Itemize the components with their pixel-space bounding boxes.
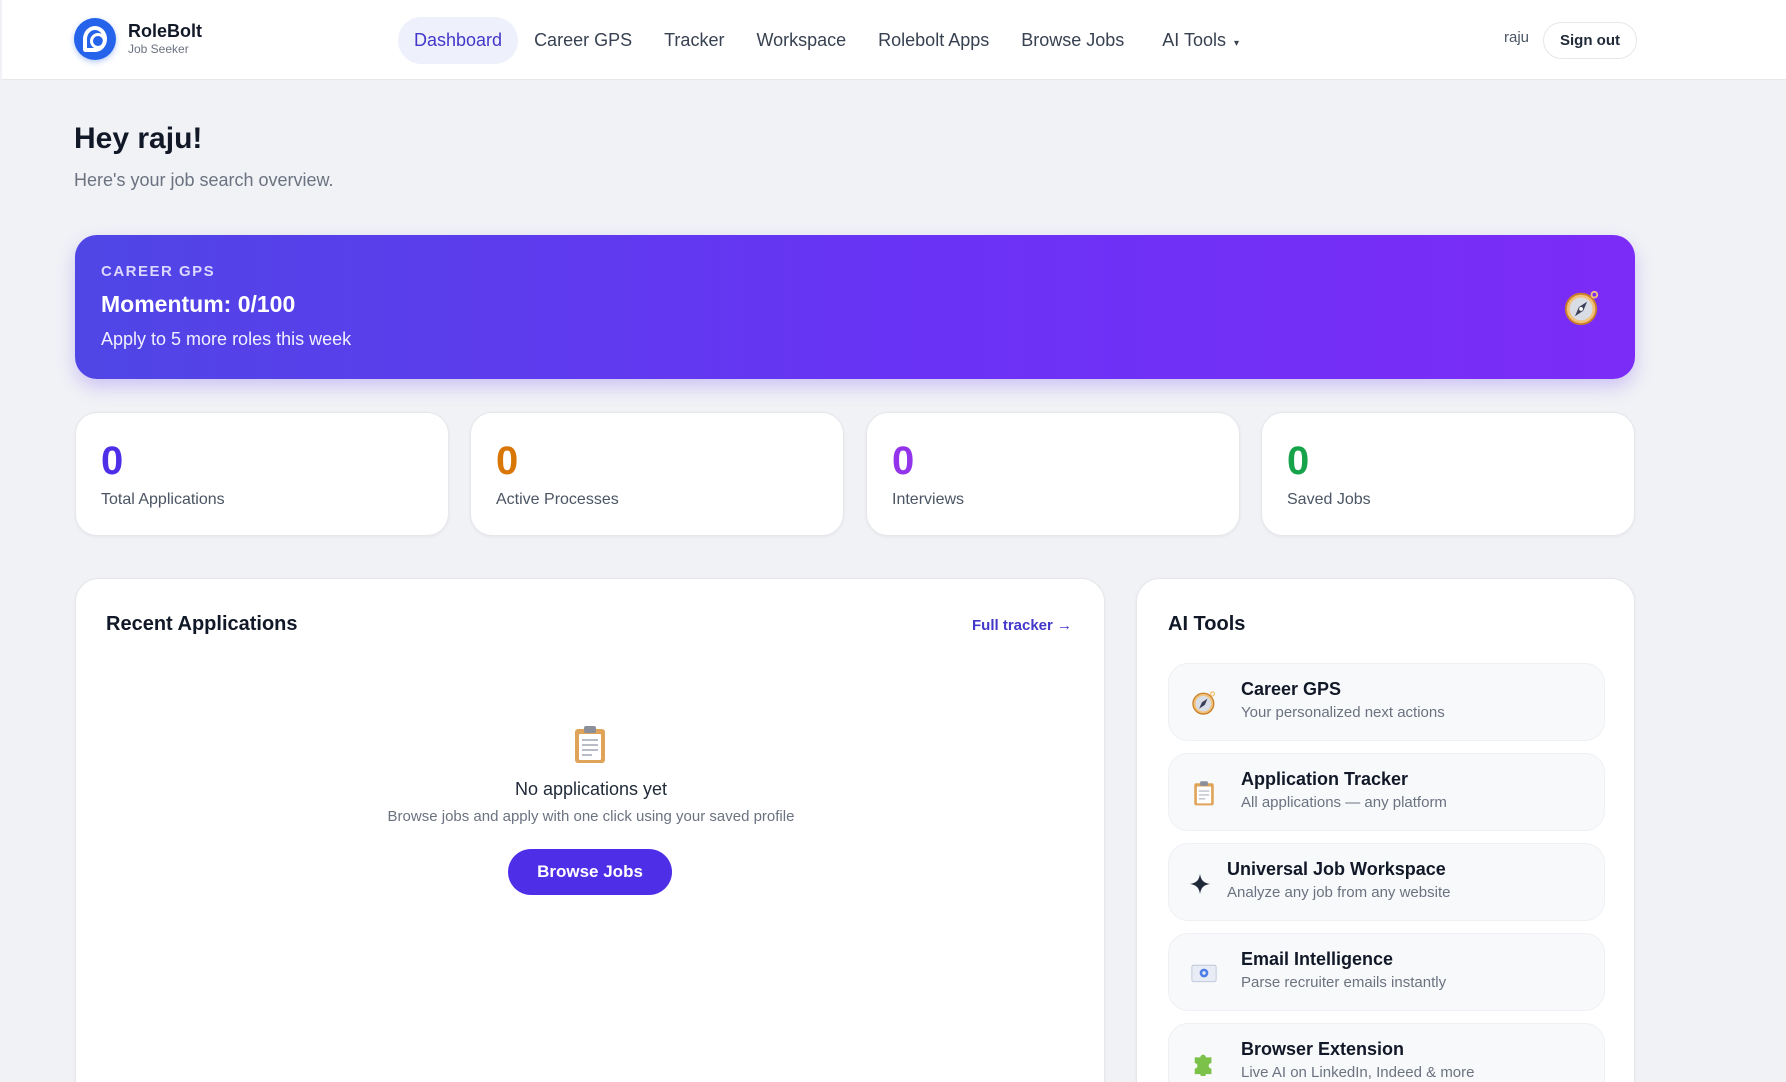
stat-card-active-processes[interactable]: 0 Active Processes [470,412,844,536]
full-tracker-link[interactable]: Full tracker → [972,617,1072,634]
stat-label: Saved Jobs [1287,491,1371,508]
email-icon [1191,964,1217,983]
recent-applications-title: Recent Applications [106,613,298,635]
ai-tools-title: AI Tools [1168,613,1246,635]
tool-title: Career GPS [1241,679,1342,699]
tool-title: Browser Extension [1241,1039,1405,1059]
user-name: raju [1504,29,1530,46]
nav-browse-jobs[interactable]: Browse Jobs [1005,17,1140,64]
stat-label: Active Processes [496,491,619,508]
clipboard-icon [1194,781,1214,806]
ai-tool-browser-extension[interactable]: Browser Extension Live AI on LinkedIn, I… [1168,1023,1605,1082]
nav-dashboard[interactable]: Dashboard [398,17,519,64]
chevron-down-icon: ▾ [1233,38,1240,49]
stat-value: 0 [892,439,915,483]
tool-subtitle: All applications — any platform [1241,794,1447,811]
ai-tool-email-intelligence[interactable]: Email Intelligence Parse recruiter email… [1168,933,1605,1011]
compass-icon [1192,691,1216,715]
tool-subtitle: Analyze any job from any website [1227,884,1451,901]
page-subtitle: Here's your job search overview. [74,170,334,190]
clipboard-icon [575,726,605,763]
tool-title: Email Intelligence [1241,949,1394,969]
nav-career-gps[interactable]: Career GPS [518,17,648,64]
ai-tools-panel: AI Tools Career GPS Your personalized ne… [1136,578,1635,1082]
browse-jobs-button[interactable]: Browse Jobs [508,849,672,895]
brand[interactable]: RoleBolt Job Seeker [74,18,202,60]
sparkle-icon [1189,873,1211,895]
stat-value: 0 [101,439,124,483]
stat-value: 0 [1287,439,1310,483]
tool-title: Application Tracker [1241,769,1409,789]
stat-value: 0 [496,439,519,483]
nav-workspace[interactable]: Workspace [740,17,862,64]
tool-subtitle: Parse recruiter emails instantly [1241,974,1447,991]
recent-applications-panel: Recent Applications Full tracker → No ap… [75,578,1105,1082]
ai-tool-application-tracker[interactable]: Application Tracker All applications — a… [1168,753,1605,831]
banner-eyebrow: CAREER GPS [101,263,216,280]
tool-subtitle: Your personalized next actions [1241,704,1445,721]
ai-tool-universal-job-workspace[interactable]: Universal Job Workspace Analyze any job … [1168,843,1605,921]
brand-text: RoleBolt Job Seeker [128,21,202,57]
career-gps-banner[interactable]: CAREER GPS Momentum: 0/100 Apply to 5 mo… [75,235,1635,379]
brand-subtitle: Job Seeker [128,42,189,56]
sign-out-button[interactable]: Sign out [1543,22,1637,59]
main-nav: Dashboard Career GPS Tracker Workspace R… [398,17,1255,64]
ai-tool-career-gps[interactable]: Career GPS Your personalized next action… [1168,663,1605,741]
brand-name: RoleBolt [128,21,202,41]
stat-label: Total Applications [101,491,225,508]
stat-card-interviews[interactable]: 0 Interviews [866,412,1240,536]
stat-label: Interviews [892,491,965,508]
banner-subtitle: Apply to 5 more roles this week [101,329,352,349]
nav-ai-tools-label: AI Tools [1162,30,1226,50]
momentum-score: Momentum: 0/100 [101,291,296,317]
puzzle-icon [1194,1054,1212,1076]
tool-subtitle: Live AI on LinkedIn, Indeed & more [1241,1064,1475,1081]
empty-state-title: No applications yet [514,779,668,799]
page-title: Hey raju! [74,122,203,155]
nav-ai-tools-dropdown[interactable]: AI Tools ▾ [1146,17,1255,64]
top-navigation-bar: RoleBolt Job Seeker Dashboard Career GPS… [2,0,1786,80]
tool-title: Universal Job Workspace [1227,859,1446,879]
rolebolt-logo-icon [74,18,116,60]
stat-card-saved-jobs[interactable]: 0 Saved Jobs [1261,412,1635,536]
nav-rolebolt-apps[interactable]: Rolebolt Apps [862,17,1005,64]
compass-icon [1564,290,1599,326]
nav-tracker[interactable]: Tracker [648,17,740,64]
stat-card-total-applications[interactable]: 0 Total Applications [75,412,449,536]
empty-state-subtitle: Browse jobs and apply with one click usi… [387,808,795,825]
